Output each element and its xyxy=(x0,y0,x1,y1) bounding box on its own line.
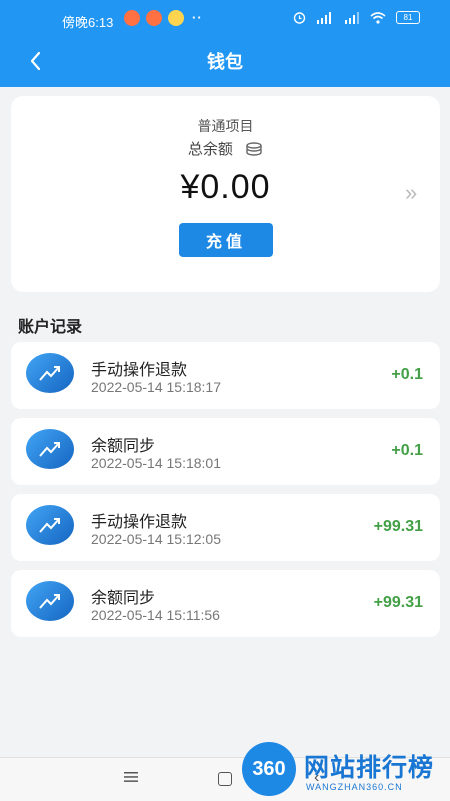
record-name: 余额同步 xyxy=(91,438,156,455)
watermark-url: WANGZHAN360.CN xyxy=(306,782,403,792)
record-amount: +0.1 xyxy=(391,366,423,383)
trend-up-icon xyxy=(26,581,74,621)
records-section-title: 账户记录 xyxy=(18,319,83,336)
trend-up-icon xyxy=(26,353,74,393)
page-title: 钱包 xyxy=(207,52,243,72)
notification-icons xyxy=(124,10,184,26)
record-date: 2022-05-14 15:12:05 xyxy=(91,531,221,547)
record-amount: +99.31 xyxy=(373,594,423,611)
record-date: 2022-05-14 15:11:56 xyxy=(91,607,220,623)
chevron-right-icon[interactable]: » xyxy=(405,180,417,206)
notification-app-icon xyxy=(146,10,162,26)
home-icon[interactable] xyxy=(218,772,232,786)
watermark-logo: 360 网站排行榜 WANGZHAN360.CN xyxy=(242,742,447,798)
status-right: 81 xyxy=(293,11,420,24)
battery-icon: 81 xyxy=(396,11,420,24)
record-name: 手动操作退款 xyxy=(91,362,188,379)
menu-icon[interactable] xyxy=(124,771,138,783)
app-header: 傍晚6:13 ·· 81 钱包 xyxy=(0,0,450,87)
alarm-icon xyxy=(293,12,306,24)
status-time: 傍晚6:13 xyxy=(62,15,114,30)
balance-amount: ¥0.00 xyxy=(180,168,271,206)
wallet-card: 普通项目 总余额 ¥0.00 充值 » xyxy=(11,96,440,292)
records-list: 手动操作退款 2022-05-14 15:18:17 +0.1 余额同步 202… xyxy=(11,342,440,646)
record-item[interactable]: 手动操作退款 2022-05-14 15:12:05 +99.31 xyxy=(11,494,440,561)
record-amount: +99.31 xyxy=(373,518,423,535)
coins-icon xyxy=(246,142,262,156)
record-item[interactable]: 余额同步 2022-05-14 15:11:56 +99.31 xyxy=(11,570,440,637)
record-date: 2022-05-14 15:18:17 xyxy=(91,379,221,395)
balance-row: 总余额 xyxy=(11,138,440,159)
trend-up-icon xyxy=(26,429,74,469)
recharge-button[interactable]: 充值 xyxy=(179,223,273,257)
nav-header: 钱包 xyxy=(0,38,450,87)
record-item[interactable]: 手动操作退款 2022-05-14 15:18:17 +0.1 xyxy=(11,342,440,409)
wifi-icon xyxy=(370,11,386,24)
signal-icon xyxy=(345,11,359,24)
record-name: 余额同步 xyxy=(91,590,156,607)
record-item[interactable]: 余额同步 2022-05-14 15:18:01 +0.1 xyxy=(11,418,440,485)
status-bar: 傍晚6:13 ·· 81 xyxy=(0,0,450,38)
trend-up-icon xyxy=(26,505,74,545)
signal-icon xyxy=(317,11,331,24)
notification-app-icon xyxy=(168,10,184,26)
status-more-dots: ·· xyxy=(192,10,203,25)
watermark-text: 网站排行榜 xyxy=(304,754,435,782)
notification-app-icon xyxy=(124,10,140,26)
record-amount: +0.1 xyxy=(391,442,423,459)
record-name: 手动操作退款 xyxy=(91,514,188,531)
project-name: 普通项目 xyxy=(197,118,254,134)
record-date: 2022-05-14 15:18:01 xyxy=(91,455,221,471)
balance-label: 总余额 xyxy=(187,141,233,158)
watermark-badge: 360 xyxy=(242,742,296,796)
